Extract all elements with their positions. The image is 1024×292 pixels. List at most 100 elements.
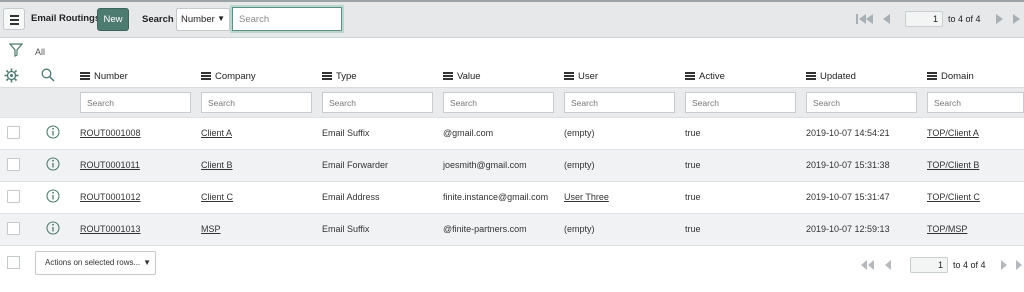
row-checkbox[interactable] [7, 190, 20, 203]
column-label: Updated [820, 71, 856, 82]
column-label: Number [94, 71, 128, 82]
active-cell: true [685, 224, 701, 234]
info-icon[interactable] [46, 157, 60, 171]
user-cell: (empty) [564, 160, 595, 170]
column-header-updated[interactable]: Updated [806, 71, 856, 82]
column-label: Domain [941, 71, 974, 82]
list-title: Email Routings [31, 13, 101, 24]
pager-next-top [996, 14, 1020, 24]
new-button[interactable]: New [97, 8, 129, 31]
column-search-type[interactable] [322, 92, 433, 113]
updated-cell: 2019-10-07 15:31:38 [806, 160, 890, 170]
record-number-link[interactable]: ROUT0001008 [80, 128, 141, 138]
domain-link[interactable]: TOP/Client B [927, 160, 979, 170]
user-cell: (empty) [564, 128, 595, 138]
column-header-domain[interactable]: Domain [927, 71, 974, 82]
user-link[interactable]: User Three [564, 192, 609, 202]
search-field-select[interactable]: Number ▼ [176, 8, 230, 31]
column-header-type[interactable]: Type [322, 71, 357, 82]
record-number-link[interactable]: ROUT0001012 [80, 192, 141, 202]
column-header-active[interactable]: Active [685, 71, 725, 82]
type-cell: Email Forwarder [322, 160, 389, 170]
pager-nav-bottom [861, 260, 891, 270]
column-menu-icon[interactable] [927, 72, 937, 80]
column-menu-icon[interactable] [201, 72, 211, 80]
column-search-updated[interactable] [806, 92, 917, 113]
search-field-value: Number [181, 14, 215, 25]
next-page-icon[interactable] [1001, 260, 1007, 270]
page-count: to 4 of 4 [948, 14, 981, 24]
company-link[interactable]: Client A [201, 128, 232, 138]
column-header-value[interactable]: Value [443, 71, 481, 82]
company-link[interactable]: Client B [201, 160, 233, 170]
search-input[interactable] [232, 7, 342, 31]
info-icon[interactable] [46, 221, 60, 235]
menu-button[interactable] [3, 8, 25, 30]
search-icon[interactable] [41, 68, 55, 82]
hamburger-icon-bar [10, 23, 19, 25]
column-menu-icon[interactable] [806, 72, 816, 80]
last-page-icon[interactable] [1016, 260, 1022, 270]
column-search-company[interactable] [201, 92, 312, 113]
row-checkbox[interactable] [7, 222, 20, 235]
pager-next-bottom [1001, 260, 1022, 270]
company-link[interactable]: Client C [201, 192, 233, 202]
domain-link[interactable]: TOP/Client A [927, 128, 979, 138]
info-icon[interactable] [46, 125, 60, 139]
updated-cell: 2019-10-07 14:54:21 [806, 128, 890, 138]
page-count-bottom: to 4 of 4 [953, 260, 986, 270]
column-header-number[interactable]: Number [80, 71, 128, 82]
column-search-active[interactable] [685, 92, 796, 113]
column-menu-icon[interactable] [80, 72, 90, 80]
column-header-company[interactable]: Company [201, 71, 256, 82]
row-checkbox[interactable] [7, 126, 20, 139]
column-menu-icon[interactable] [322, 72, 332, 80]
column-menu-icon[interactable] [443, 72, 453, 80]
info-icon[interactable] [46, 189, 60, 203]
prev-page-icon[interactable] [885, 260, 891, 270]
record-number-link[interactable]: ROUT0001011 [80, 160, 140, 170]
company-link[interactable]: MSP [201, 224, 221, 234]
record-number-link[interactable]: ROUT0001013 [80, 224, 141, 234]
select-all-checkbox[interactable] [7, 256, 20, 269]
type-cell: Email Suffix [322, 128, 370, 138]
first-page-icon[interactable] [861, 260, 874, 270]
page-number-input-bottom[interactable]: 1 [910, 257, 948, 273]
domain-link[interactable]: TOP/MSP [927, 224, 967, 234]
active-cell: true [685, 160, 701, 170]
value-cell: @gmail.com [443, 128, 494, 138]
column-search-domain[interactable] [927, 92, 1024, 113]
value-cell: finite.instance@gmail.com [443, 192, 549, 202]
last-page-icon[interactable] [1013, 14, 1020, 24]
active-cell: true [685, 192, 701, 202]
active-cell: true [685, 128, 701, 138]
column-label: Active [699, 71, 725, 82]
first-page-icon[interactable] [856, 14, 873, 24]
gear-icon[interactable] [4, 68, 19, 83]
chevron-down-icon: ▼ [143, 258, 151, 267]
next-page-icon[interactable] [996, 14, 1003, 24]
column-menu-icon[interactable] [564, 72, 574, 80]
type-cell: Email Address [322, 192, 380, 202]
column-menu-icon[interactable] [685, 72, 695, 80]
column-search-number[interactable] [80, 92, 191, 113]
column-header-user[interactable]: User [564, 71, 598, 82]
filter-breadcrumb-all[interactable]: All [35, 47, 45, 57]
row-checkbox[interactable] [7, 158, 20, 171]
value-cell: joesmith@gmail.com [443, 160, 527, 170]
column-search-value[interactable] [443, 92, 554, 113]
user-cell: (empty) [564, 224, 595, 234]
column-label: Type [336, 71, 357, 82]
filter-icon[interactable] [9, 43, 23, 57]
actions-select[interactable]: Actions on selected rows... ▼ [35, 251, 156, 275]
column-header-row [0, 65, 1024, 87]
column-label: Company [215, 71, 256, 82]
type-cell: Email Suffix [322, 224, 370, 234]
updated-cell: 2019-10-07 12:59:13 [806, 224, 890, 234]
hamburger-icon [10, 15, 19, 17]
page-number-input[interactable]: 1 [905, 11, 943, 27]
domain-link[interactable]: TOP/Client C [927, 192, 980, 202]
prev-page-icon[interactable] [883, 14, 890, 24]
updated-cell: 2019-10-07 15:31:47 [806, 192, 890, 202]
column-search-user[interactable] [564, 92, 675, 113]
